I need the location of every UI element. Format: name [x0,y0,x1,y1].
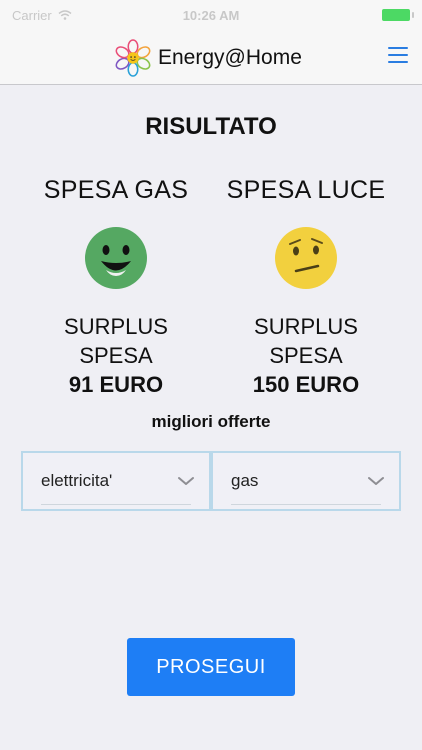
luce-heading: SPESA LUCE [226,176,386,204]
app-title: Energy@Home [158,46,302,69]
flower-logo-icon [115,39,151,77]
luce-surplus-line2: SPESA [269,343,343,368]
gas-amount: 91 EURO [68,372,164,397]
proceed-button[interactable]: PROSEGUI [127,638,295,696]
status-bar: Carrier 10:26 AM [0,0,422,30]
wifi-icon [58,10,72,20]
status-time: 10:26 AM [182,7,240,23]
page-title: RISULTATO [145,113,277,140]
carrier-label: Carrier [12,7,52,23]
status-left: Carrier [12,8,72,23]
select-underline [231,504,381,505]
status-right [382,9,414,21]
chevron-down-icon [178,477,194,485]
hamburger-menu-icon[interactable] [388,47,408,63]
luce-summary: SPESA LUCE SURPLUS SPESA 150 EURO [211,176,401,399]
chevron-down-icon [368,477,384,485]
electricity-select-value: elettricita' [41,471,113,490]
nav-bar: Energy@Home [0,30,422,85]
luce-amount: 150 EURO [252,372,360,397]
gas-summary: SPESA GAS SURPLUS SPESA 91 EURO [21,176,211,399]
gas-heading: SPESA GAS [43,176,189,204]
gas-select-value: gas [231,471,259,490]
luce-surplus-label: SURPLUS SPESA [211,312,401,370]
electricity-offer-select[interactable]: elettricita' [21,451,211,511]
luce-surplus-line1: SURPLUS [254,314,358,339]
battery-icon [382,9,414,21]
gas-surplus-line2: SPESA [79,343,153,368]
gas-offer-select[interactable]: gas [211,451,401,511]
confused-face-icon [275,227,337,289]
gas-surplus-line1: SURPLUS [64,314,168,339]
offers-label: migliori offerte [151,412,271,431]
gas-surplus-label: SURPLUS SPESA [21,312,211,370]
app-brand: Energy@Home [114,39,302,77]
happy-face-icon [85,227,147,289]
select-underline [41,504,191,505]
